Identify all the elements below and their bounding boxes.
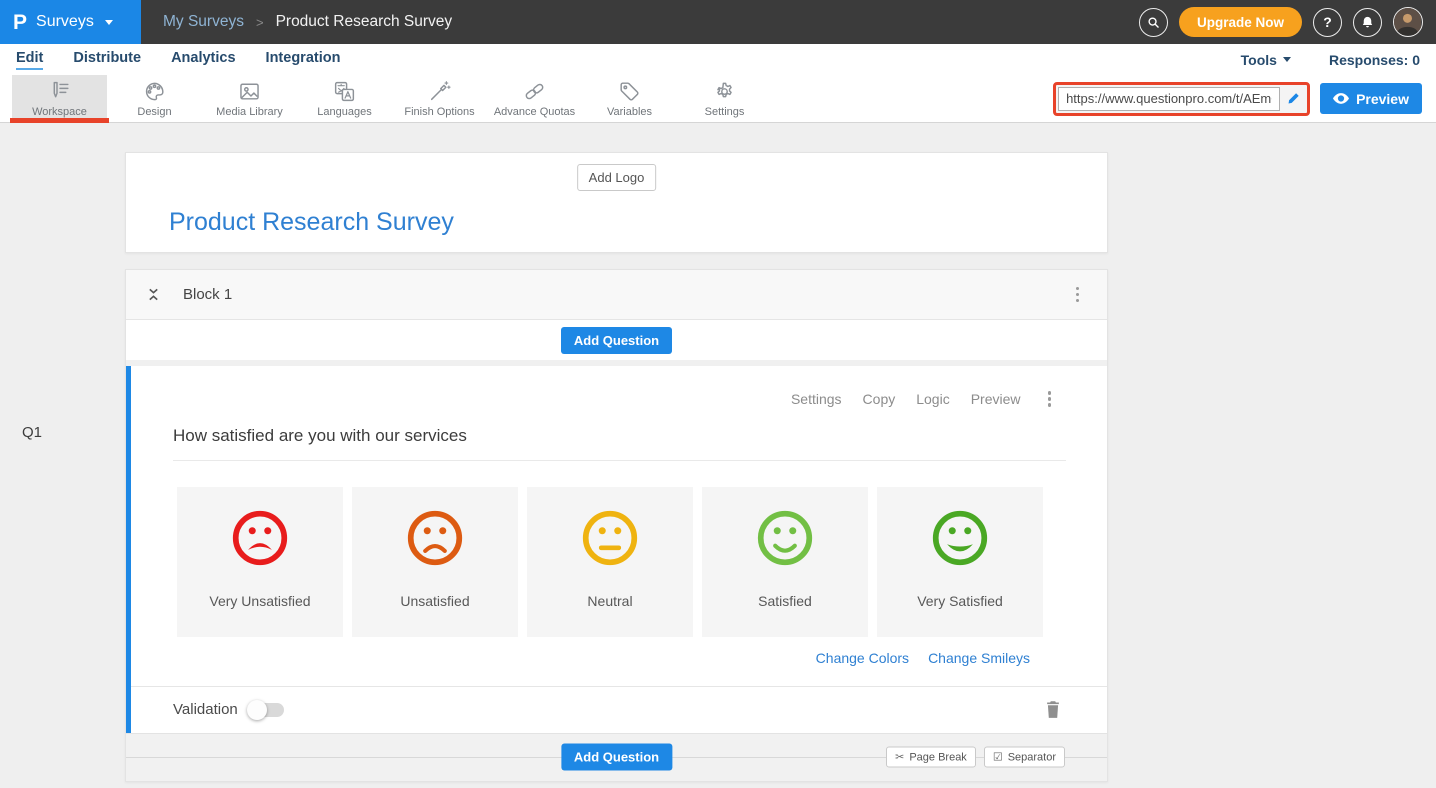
validation-label: Validation bbox=[173, 701, 238, 718]
add-question-button-top[interactable]: Add Question bbox=[561, 327, 672, 354]
collapse-block-icon[interactable] bbox=[147, 286, 160, 303]
add-question-button-bottom[interactable]: Add Question bbox=[561, 744, 672, 771]
add-logo-button[interactable]: Add Logo bbox=[577, 164, 657, 191]
breadcrumb: My Surveys > Product Research Survey bbox=[163, 13, 452, 31]
block-header: Block 1 bbox=[126, 270, 1107, 320]
section-tabbar: Edit Distribute Analytics Integration Tools… bbox=[0, 44, 1436, 75]
page-break-button[interactable]: ✂Page Break bbox=[886, 747, 976, 768]
toolbar-item-workspace[interactable]: Workspace bbox=[12, 75, 107, 122]
block-card: Block 1 Add Question Q1 Settings Copy Lo… bbox=[125, 269, 1108, 782]
gear-icon bbox=[712, 79, 737, 104]
wand-icon bbox=[427, 79, 452, 104]
smiley-option-label: Satisfied bbox=[758, 593, 812, 609]
toolbar-item-design[interactable]: Design bbox=[107, 75, 202, 122]
smiley-option-label: Very Satisfied bbox=[917, 593, 1003, 609]
tab-analytics[interactable]: Analytics bbox=[171, 50, 235, 70]
survey-title[interactable]: Product Research Survey bbox=[169, 208, 454, 237]
chevron-down-icon bbox=[1283, 57, 1291, 62]
question-card: Q1 Settings Copy Logic Preview How satis… bbox=[126, 366, 1107, 733]
smiley-option-label: Neutral bbox=[587, 593, 632, 609]
smiley-option-very-unsatisfied[interactable]: Very Unsatisfied bbox=[177, 487, 343, 637]
image-icon bbox=[237, 79, 262, 104]
question-copy-link[interactable]: Copy bbox=[863, 391, 896, 407]
nav-tabs: Edit Distribute Analytics Integration bbox=[16, 50, 340, 70]
breadcrumb-my-surveys[interactable]: My Surveys bbox=[163, 13, 244, 31]
survey-header-card: Add Logo Product Research Survey bbox=[125, 152, 1108, 253]
workspace-main: Add Logo Product Research Survey Block 1… bbox=[0, 123, 1436, 782]
palette-icon bbox=[142, 79, 167, 104]
smile-smiley-icon bbox=[754, 507, 816, 569]
block-title[interactable]: Block 1 bbox=[183, 286, 232, 303]
smiley-option-neutral[interactable]: Neutral bbox=[527, 487, 693, 637]
checkbox-checked-icon: ☑ bbox=[993, 751, 1003, 764]
tab-edit[interactable]: Edit bbox=[16, 50, 43, 70]
toolbar-item-media-library[interactable]: Media Library bbox=[202, 75, 297, 122]
notifications-button[interactable] bbox=[1353, 8, 1382, 37]
smile-filled-smiley-icon bbox=[929, 507, 991, 569]
help-icon: ? bbox=[1323, 14, 1332, 30]
separator-button[interactable]: ☑Separator bbox=[984, 747, 1065, 768]
preview-button[interactable]: Preview bbox=[1320, 83, 1422, 114]
workspace-icon bbox=[47, 79, 72, 104]
change-colors-link[interactable]: Change Colors bbox=[816, 650, 909, 666]
frown-filled-smiley-icon bbox=[229, 507, 291, 569]
validation-row: Validation bbox=[131, 686, 1107, 733]
question-preview-link[interactable]: Preview bbox=[971, 391, 1021, 407]
question-menu-icon[interactable] bbox=[1044, 387, 1056, 411]
block-menu-icon[interactable] bbox=[1072, 283, 1084, 307]
question-title[interactable]: How satisfied are you with our services bbox=[173, 426, 1066, 461]
survey-url-input[interactable] bbox=[1058, 87, 1280, 111]
translate-icon bbox=[332, 79, 357, 104]
help-button[interactable]: ? bbox=[1313, 8, 1342, 37]
tab-integration[interactable]: Integration bbox=[266, 50, 341, 70]
question-logic-link[interactable]: Logic bbox=[916, 391, 949, 407]
toolbar-item-variables[interactable]: Variables bbox=[582, 75, 677, 122]
chevron-down-icon bbox=[105, 20, 113, 25]
edit-toolbar: WorkspaceDesignMedia LibraryLanguagesFin… bbox=[0, 75, 1436, 123]
product-switcher-label: Surveys bbox=[36, 13, 94, 31]
toolbar-item-advance-quotas[interactable]: Advance Quotas bbox=[487, 75, 582, 122]
neutral-smiley-icon bbox=[579, 507, 641, 569]
tab-distribute[interactable]: Distribute bbox=[73, 50, 141, 70]
search-icon bbox=[1146, 15, 1161, 30]
smiley-option-very-satisfied[interactable]: Very Satisfied bbox=[877, 487, 1043, 637]
app-logo[interactable]: P Surveys bbox=[0, 0, 141, 44]
block-footer: Add Question ✂Page Break ☑Separator bbox=[126, 733, 1107, 781]
delete-question-button[interactable] bbox=[1046, 701, 1060, 718]
eye-icon bbox=[1333, 93, 1349, 104]
edit-url-button[interactable] bbox=[1280, 92, 1307, 105]
smiley-option-label: Unsatisfied bbox=[400, 593, 469, 609]
avatar[interactable] bbox=[1393, 7, 1423, 37]
questionpro-logo-icon: P bbox=[13, 12, 27, 33]
validation-toggle[interactable] bbox=[249, 703, 284, 717]
top-header: P Surveys My Surveys > Product Research … bbox=[0, 0, 1436, 44]
search-button[interactable] bbox=[1139, 8, 1168, 37]
tools-menu[interactable]: Tools bbox=[1241, 52, 1291, 68]
toolbar-item-finish-options[interactable]: Finish Options bbox=[392, 75, 487, 122]
breadcrumb-separator: > bbox=[256, 15, 264, 30]
toolbar-item-languages[interactable]: Languages bbox=[297, 75, 392, 122]
survey-url-field bbox=[1053, 82, 1310, 116]
pencil-icon bbox=[1287, 92, 1300, 105]
question-number: Q1 bbox=[22, 424, 42, 441]
bell-icon bbox=[1360, 15, 1375, 30]
header-actions: Upgrade Now ? bbox=[1139, 7, 1436, 37]
toolbar-items: WorkspaceDesignMedia LibraryLanguagesFin… bbox=[12, 75, 772, 122]
tag-icon bbox=[617, 79, 642, 104]
smiley-option-satisfied[interactable]: Satisfied bbox=[702, 487, 868, 637]
question-actions: Settings Copy Logic Preview bbox=[131, 366, 1107, 411]
smiley-option-unsatisfied[interactable]: Unsatisfied bbox=[352, 487, 518, 637]
toolbar-item-settings[interactable]: Settings bbox=[677, 75, 772, 122]
trash-icon bbox=[1046, 701, 1060, 718]
frown-smiley-icon bbox=[404, 507, 466, 569]
breadcrumb-current: Product Research Survey bbox=[276, 13, 453, 31]
smiley-options: Very Unsatisfied Unsatisfied Neutral Satisf… bbox=[177, 487, 1107, 637]
smiley-option-label: Very Unsatisfied bbox=[209, 593, 310, 609]
scissors-icon: ✂ bbox=[895, 751, 904, 764]
link-icon bbox=[522, 79, 547, 104]
upgrade-button[interactable]: Upgrade Now bbox=[1179, 7, 1302, 37]
responses-count: Responses: 0 bbox=[1329, 52, 1420, 68]
change-smileys-link[interactable]: Change Smileys bbox=[928, 650, 1030, 666]
question-settings-link[interactable]: Settings bbox=[791, 391, 842, 407]
